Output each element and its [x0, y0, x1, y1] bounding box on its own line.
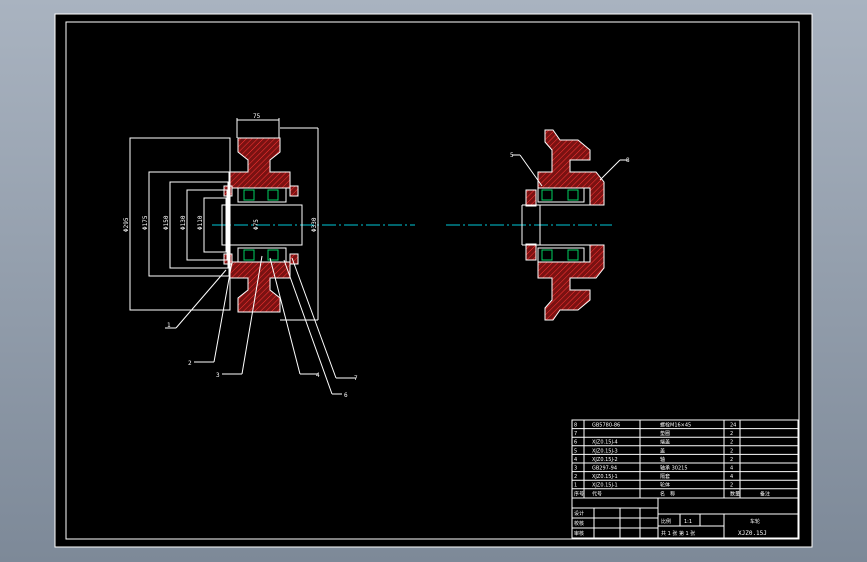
bom-row-no: 7	[574, 431, 577, 437]
tb-drawing-number: XJZ0.15J	[738, 530, 767, 537]
dim-d150: Φ150	[163, 215, 170, 230]
bom-row-no: 3	[574, 466, 577, 472]
callout-8: 8	[626, 157, 630, 164]
bom-header-note: 备注	[760, 490, 770, 497]
bom-row-name: 垫圈	[660, 430, 670, 437]
bom-row-qty: 2	[730, 440, 733, 446]
callout-2: 2	[188, 360, 192, 367]
bom-row-no: 5	[574, 448, 577, 454]
dim-d330: Φ330	[311, 217, 318, 232]
bom-row-qty: 24	[730, 423, 736, 429]
bom-header-name: 名 称	[660, 490, 675, 497]
bom-row-qty: 2	[730, 483, 733, 489]
bom-row-code: XJZ0.15J-1	[592, 474, 618, 480]
bom-row-qty: 2	[730, 457, 733, 463]
bom-row-code: XJZ0.15J-3	[592, 448, 618, 454]
bom-row-code: XJZ0.15J-4	[592, 440, 618, 446]
end-cap	[289, 185, 299, 197]
bom-row-no: 1	[574, 483, 577, 489]
bom-row-code: XJZ0.15J-1	[592, 483, 618, 489]
bom-row-name: 轴承 30215	[660, 465, 688, 472]
bom-row-name: 轮体	[660, 482, 670, 489]
bom-row-code: GB5780-86	[592, 423, 620, 429]
tb-approve: 审核	[574, 530, 584, 537]
tb-scale: 1:1	[684, 519, 692, 525]
bom-row-name: 轴	[660, 456, 665, 463]
bom-row-no: 8	[574, 423, 577, 429]
bom-row-no: 4	[574, 457, 577, 463]
cad-viewport: 75 Φ295 Φ175 Φ150 Φ130 Φ110 Φ75 Φ330 1 2…	[0, 0, 867, 562]
bom-row-no: 6	[574, 440, 577, 446]
bom-row-code: XJZ0.15J-2	[592, 457, 618, 463]
bom-row-qty: 4	[730, 466, 733, 472]
callout-3: 3	[216, 372, 220, 379]
callout-7: 7	[354, 375, 358, 382]
bom-row-name: 隔套	[660, 473, 670, 480]
tb-check: 校核	[574, 520, 584, 527]
bom-header-no: 序号	[574, 490, 584, 497]
bom-row-qty: 2	[730, 448, 733, 454]
tb-sheet: 共 1 张 第 1 张	[661, 530, 695, 537]
dim-d75: Φ75	[253, 219, 260, 230]
bom-row-name: 端盖	[660, 439, 670, 446]
bom-row-code: GB297-94	[592, 466, 617, 472]
bom-row-qty: 2	[730, 431, 733, 437]
bom-row-qty: 4	[730, 474, 733, 480]
callout-6: 6	[344, 392, 348, 399]
bom-row-name: 螺栓M16×45	[660, 422, 691, 429]
callout-5: 5	[510, 152, 514, 159]
callout-1: 1	[167, 322, 171, 329]
dim-d130: Φ130	[180, 215, 187, 230]
drawing-canvas: 75 Φ295 Φ175 Φ150 Φ130 Φ110 Φ75 Φ330 1 2…	[54, 13, 813, 548]
dim-top-width: 75	[253, 113, 261, 120]
tb-unit: 车轮	[750, 518, 760, 525]
bom-row-name: 盖	[660, 447, 665, 454]
bom-header-qty: 数量	[730, 490, 740, 497]
bom-header-code: 代号	[592, 490, 602, 497]
dim-d175: Φ175	[142, 215, 149, 230]
dim-d110: Φ110	[197, 215, 204, 230]
bom-row-no: 2	[574, 474, 577, 480]
dim-d295: Φ295	[123, 217, 130, 232]
callout-4: 4	[316, 372, 320, 379]
tb-scale-label: 比例	[661, 518, 671, 525]
tb-design: 设计	[574, 510, 584, 517]
drawing-sheet	[54, 13, 813, 548]
